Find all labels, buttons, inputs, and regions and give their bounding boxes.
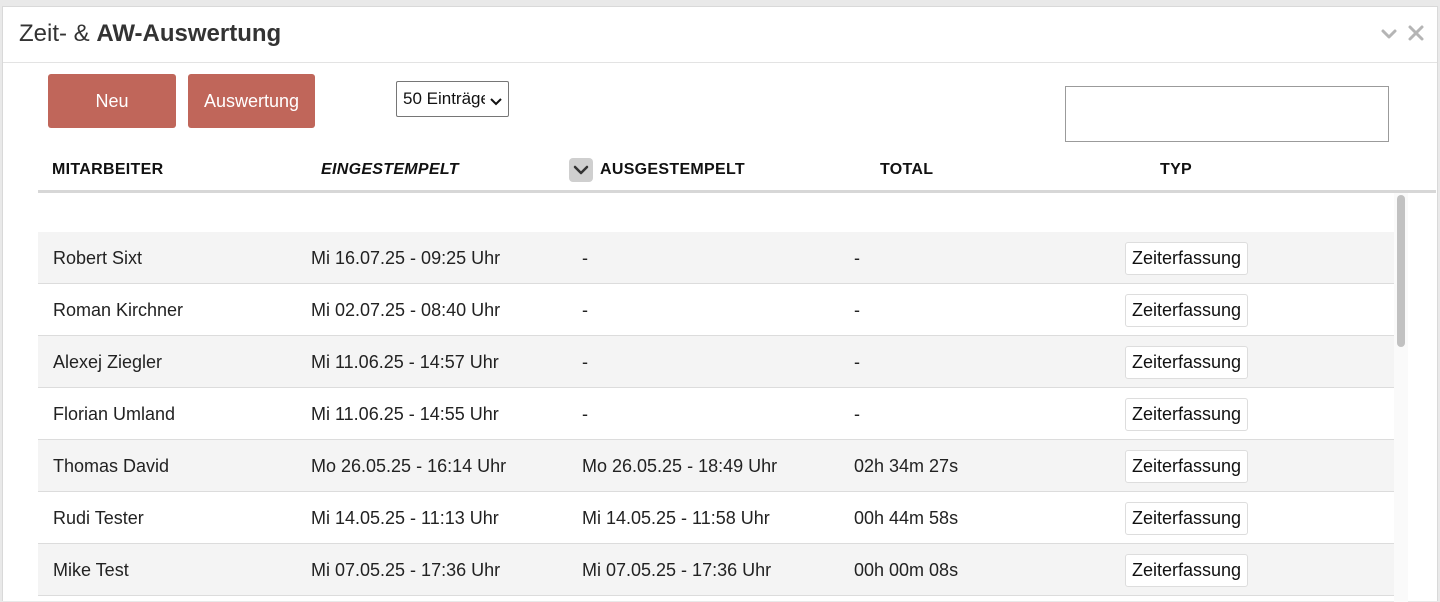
cell-employee: Robert Sixt xyxy=(53,248,143,268)
cell-total: 02h 34m 27s xyxy=(854,456,959,476)
cell-clocked-out: Mi 07.05.25 - 17:36 Uhr xyxy=(582,560,772,580)
cell-clocked-in: Mi 02.07.25 - 08:40 Uhr xyxy=(311,300,501,320)
sort-desc-icon[interactable] xyxy=(569,158,593,182)
table-row[interactable]: Rudi Tester Mi 14.05.25 - 11:13 Uhr Mi 1… xyxy=(38,492,1394,544)
type-badge-button[interactable]: Zeiterfassung xyxy=(1125,502,1249,535)
cell-clocked-out: - xyxy=(582,248,588,268)
chevron-down-icon xyxy=(490,94,502,106)
cell-clocked-in: Mi 11.06.25 - 14:57 Uhr xyxy=(311,352,499,372)
page-size-value: 50 Einträge xyxy=(403,89,485,108)
type-badge-button[interactable]: Zeiterfassung xyxy=(1125,346,1249,379)
cell-total: - xyxy=(854,352,860,372)
cell-employee: Alexej Ziegler xyxy=(53,352,163,372)
cell-employee: Thomas David xyxy=(53,456,170,476)
cell-total: 00h 44m 58s xyxy=(854,508,959,528)
cell-clocked-in: Mo 26.05.25 - 16:14 Uhr xyxy=(311,456,507,476)
new-button[interactable]: Neu xyxy=(48,74,176,128)
cell-clocked-out: - xyxy=(582,352,588,372)
type-badge-button[interactable]: Zeiterfassung xyxy=(1125,554,1249,587)
search-input[interactable] xyxy=(1065,86,1389,142)
scrollbar-thumb[interactable] xyxy=(1397,195,1405,347)
column-header-clocked-in[interactable]: EINGESTEMPELT xyxy=(321,161,459,179)
type-badge-button[interactable]: Zeiterfassung xyxy=(1125,398,1249,431)
table-row[interactable]: Alexej Ziegler Mi 11.06.25 - 14:57 Uhr -… xyxy=(38,336,1394,388)
cell-clocked-out: Mi 14.05.25 - 11:58 Uhr xyxy=(582,508,770,528)
cell-clocked-out: Mo 26.05.25 - 18:49 Uhr xyxy=(582,456,778,476)
table-row[interactable]: Roman Kirchner Mi 02.07.25 - 08:40 Uhr -… xyxy=(38,284,1394,336)
table-row[interactable]: Robert Sixt Mi 16.07.25 - 09:25 Uhr - - … xyxy=(38,232,1394,284)
column-header-total[interactable]: TOTAL xyxy=(880,161,933,179)
cell-total: 00h 00m 08s xyxy=(854,560,959,580)
column-header-clocked-out[interactable]: AUSGESTEMPELT xyxy=(600,161,745,179)
table-row[interactable]: Mike Test Mi 07.05.25 - 17:36 Uhr Mi 07.… xyxy=(38,544,1394,596)
page-size-select[interactable]: 50 Einträge xyxy=(396,81,509,117)
type-badge-button[interactable]: Zeiterfassung xyxy=(1125,294,1249,327)
column-header-type[interactable]: TYP xyxy=(1160,161,1192,179)
table-row[interactable]: Thomas David Mo 26.05.25 - 16:14 Uhr Mo … xyxy=(38,440,1394,492)
close-icon[interactable] xyxy=(1406,21,1426,45)
cell-clocked-out: - xyxy=(582,300,588,320)
cell-clocked-in: Mi 16.07.25 - 09:25 Uhr xyxy=(311,248,501,268)
cell-employee: Rudi Tester xyxy=(53,508,144,528)
panel-header: Zeit- & AW-Auswertung xyxy=(3,7,1437,63)
column-header-employee[interactable]: MITARBEITER xyxy=(52,161,163,179)
cell-employee: Florian Umland xyxy=(53,404,176,424)
table-body: Robert Sixt Mi 16.07.25 - 09:25 Uhr - - … xyxy=(38,232,1394,596)
cell-employee: Mike Test xyxy=(53,560,129,580)
cell-total: - xyxy=(854,404,860,424)
title-prefix: Zeit- & xyxy=(19,20,97,47)
cell-clocked-in: Mi 07.05.25 - 17:36 Uhr xyxy=(311,560,501,580)
cell-total: - xyxy=(854,300,860,320)
type-badge-button[interactable]: Zeiterfassung xyxy=(1125,450,1249,483)
title-bold: AW-Auswertung xyxy=(96,20,282,47)
cell-employee: Roman Kirchner xyxy=(53,300,184,320)
type-badge-button[interactable]: Zeiterfassung xyxy=(1125,242,1249,275)
cell-clocked-in: Mi 11.06.25 - 14:55 Uhr xyxy=(311,404,499,424)
cell-clocked-out: - xyxy=(582,404,588,424)
cell-clocked-in: Mi 14.05.25 - 11:13 Uhr xyxy=(311,508,499,528)
header-divider xyxy=(38,190,1436,193)
page-title: Zeit- & AW-Auswertung xyxy=(19,20,281,48)
report-panel: Zeit- & AW-Auswertung Neu Auswertung 50 … xyxy=(2,6,1438,602)
report-button[interactable]: Auswertung xyxy=(188,74,315,128)
table-row[interactable]: Florian Umland Mi 11.06.25 - 14:55 Uhr -… xyxy=(38,388,1394,440)
cell-total: - xyxy=(854,248,860,268)
chevron-down-icon[interactable] xyxy=(1379,21,1399,45)
